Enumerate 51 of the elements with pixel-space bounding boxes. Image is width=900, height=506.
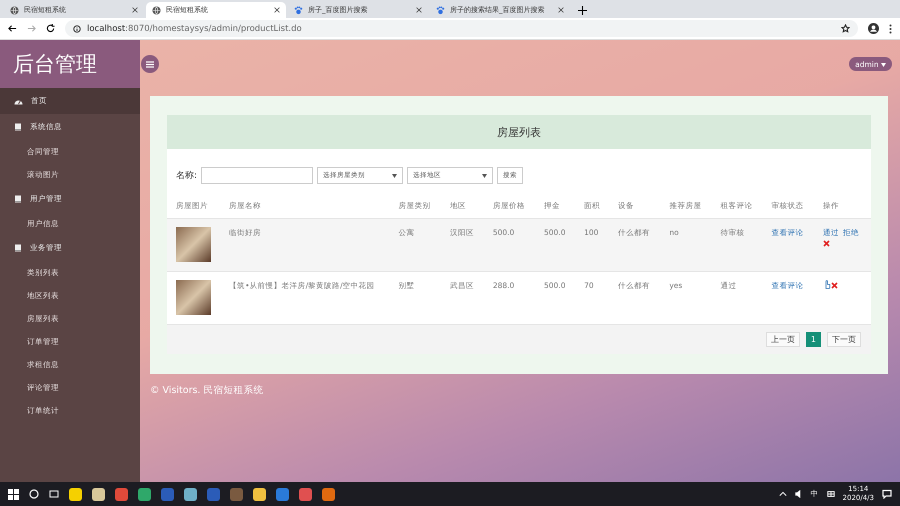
book-icon <box>14 195 22 203</box>
photo-placeholder <box>176 280 211 315</box>
panel-title: 房屋列表 <box>167 115 871 149</box>
name-label: 名称: <box>176 170 198 182</box>
address-field[interactable]: localhost:8070/homestaysys/admin/productList.do <box>65 20 858 37</box>
star-icon[interactable] <box>841 24 850 33</box>
book-icon <box>14 123 22 131</box>
close-icon[interactable] <box>416 7 422 13</box>
close-icon[interactable] <box>274 7 280 13</box>
page-button[interactable]: 1 <box>806 332 821 347</box>
app-icon[interactable] <box>138 488 151 500</box>
notification-icon[interactable] <box>882 489 892 499</box>
globe-icon <box>10 6 19 14</box>
app-icon[interactable] <box>322 488 335 500</box>
reload-icon[interactable] <box>46 24 55 33</box>
menu-toggle-button[interactable] <box>141 55 159 73</box>
book-icon <box>14 244 22 252</box>
speaker-icon[interactable] <box>794 490 803 498</box>
caret-icon <box>482 174 488 178</box>
new-tab-icon[interactable] <box>578 6 587 15</box>
app-icon[interactable] <box>92 488 105 500</box>
delete-icon[interactable] <box>830 282 838 289</box>
prev-page-button[interactable]: 上一页 <box>766 332 800 347</box>
chevron-up-icon[interactable] <box>778 490 787 498</box>
sidebar-title: 后台管理 <box>0 40 140 88</box>
task-view-icon[interactable] <box>49 489 59 499</box>
globe-icon <box>152 6 161 14</box>
app-icon[interactable] <box>253 488 266 500</box>
close-icon[interactable] <box>132 7 138 13</box>
footer-text: © Visitors. 民宿短租系统 <box>150 384 264 397</box>
photo-placeholder <box>176 227 211 262</box>
paw-icon <box>294 6 303 14</box>
profile-icon[interactable] <box>868 23 879 34</box>
name-field[interactable] <box>201 167 314 184</box>
delete-icon[interactable] <box>822 240 830 247</box>
keyboard-icon[interactable] <box>826 490 835 498</box>
search-icon[interactable] <box>29 489 39 499</box>
dashboard-icon <box>14 98 23 104</box>
url-text: localhost:8070/homestaysys/admin/productList.do <box>87 24 302 34</box>
next-page-button[interactable]: 下一页 <box>827 332 861 347</box>
menu-icon <box>146 60 154 68</box>
app-icon[interactable] <box>69 488 82 500</box>
windows-icon[interactable] <box>8 488 19 500</box>
paw-icon <box>436 6 445 14</box>
back-arrow-icon[interactable] <box>8 24 17 33</box>
info-icon <box>73 24 81 32</box>
close-icon[interactable] <box>558 7 564 13</box>
more-menu-icon[interactable] <box>889 24 892 34</box>
caret-icon <box>392 174 398 178</box>
app-icon[interactable] <box>184 488 197 500</box>
caret-icon <box>881 62 886 66</box>
